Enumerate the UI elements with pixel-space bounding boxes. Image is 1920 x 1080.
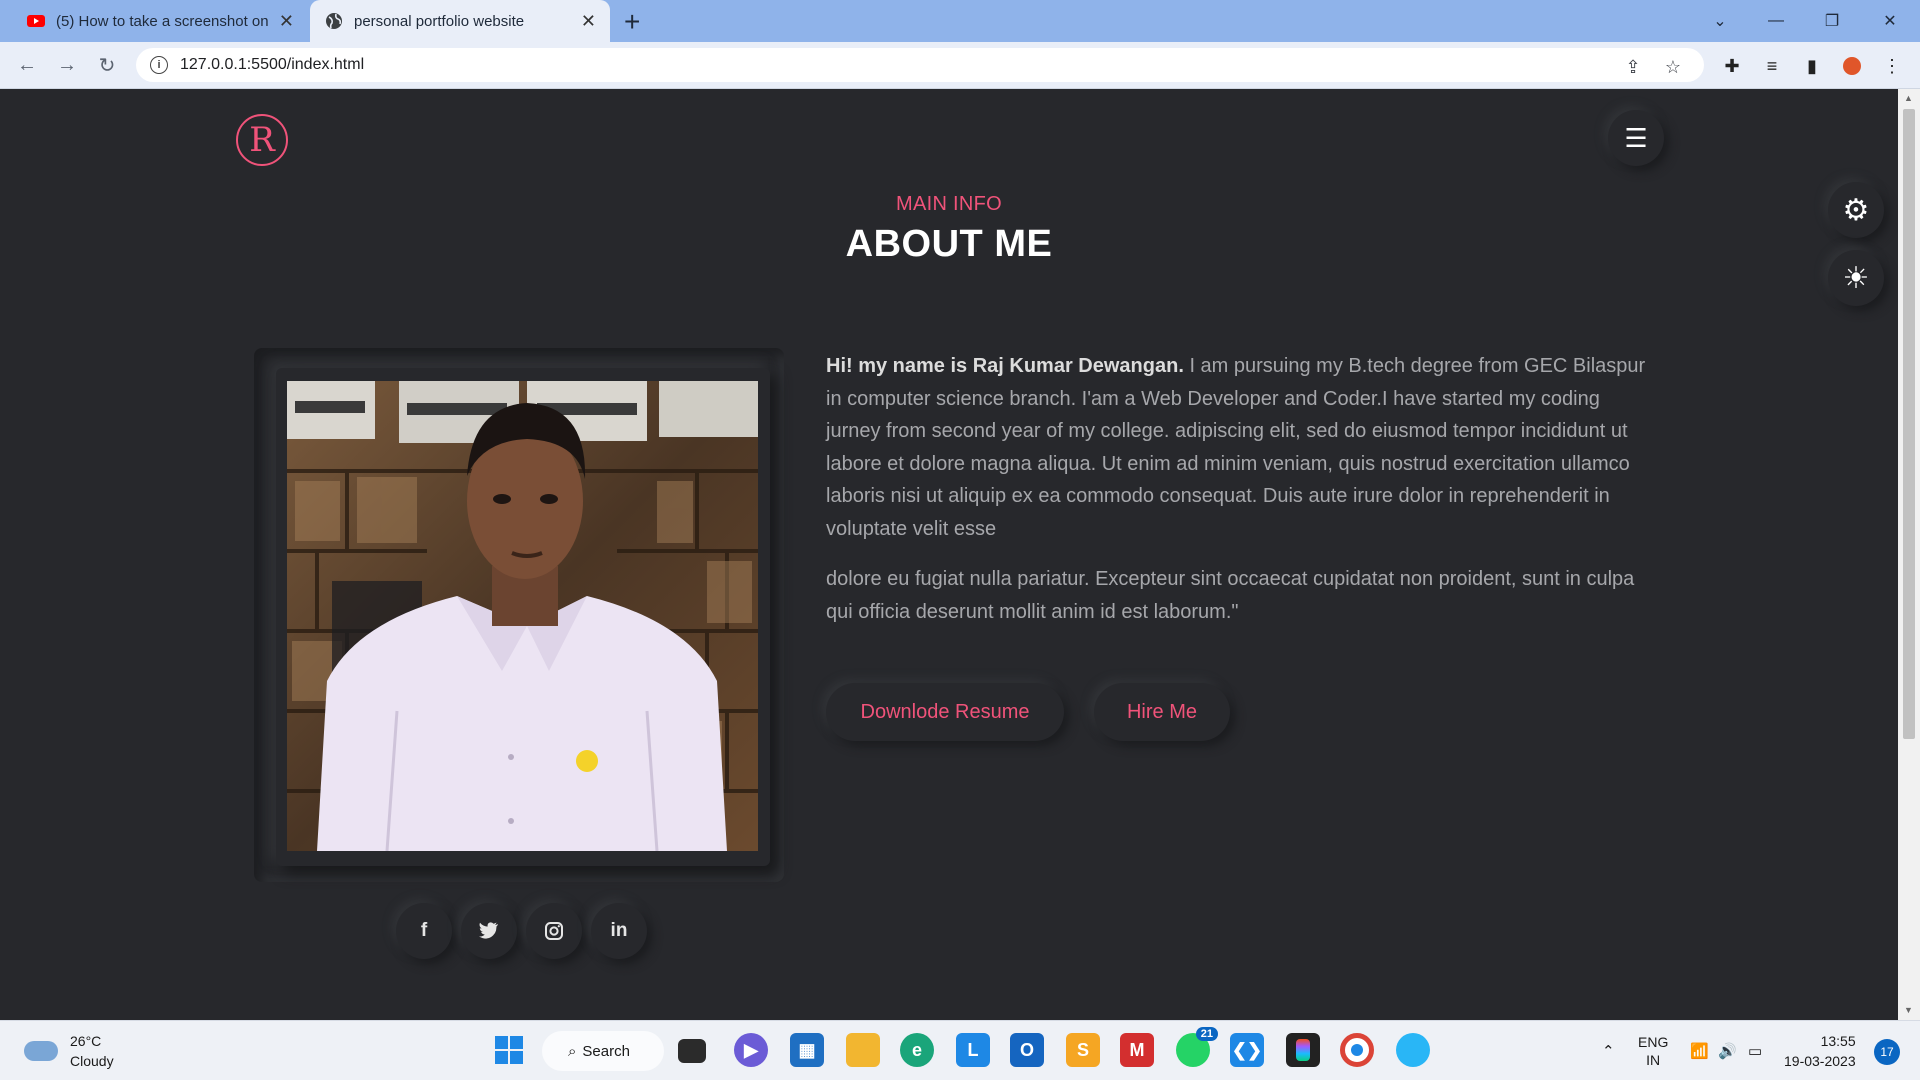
about-text: Hi! my name is Raj Kumar Dewangan. I am … (826, 350, 1646, 646)
twitter-icon (479, 922, 498, 939)
tab-portfolio[interactable]: personal portfolio website ✕ (310, 0, 610, 42)
teams-chat-icon[interactable]: ▶ (734, 1033, 768, 1067)
intro-bold: Hi! my name is Raj Kumar Dewangan. (826, 355, 1184, 377)
scroll-down-arrow-icon[interactable]: ▼ (1904, 1005, 1913, 1015)
media-controls-icon[interactable]: ≡ (1760, 54, 1784, 78)
volume-icon[interactable]: 🔊 (1718, 1021, 1737, 1080)
profile-photo (287, 381, 758, 851)
settings-button[interactable]: ⚙ (1828, 182, 1884, 238)
scroll-up-arrow-icon[interactable]: ▲ (1904, 93, 1913, 103)
tab-title: personal portfolio website (354, 12, 525, 30)
tab-bar: (5) How to take a screenshot on ✕ person… (0, 0, 1920, 42)
reload-button[interactable]: ↻ (92, 50, 122, 80)
section-subtitle: MAIN INFO (895, 193, 1003, 215)
scrollbar-thumb[interactable] (1903, 109, 1915, 739)
windows-taskbar: 26°C Cloudy ⌕ Search ▶ ▦ e L O S M 21 ❮❯… (0, 1020, 1920, 1080)
chrome-menu-icon[interactable]: ⋮ (1880, 54, 1904, 78)
logo-letter: R (249, 120, 275, 160)
page-viewport: R MAIN INFO ABOUT ME f in Hi! my name is… (0, 89, 1898, 1020)
profile-avatar[interactable] (1840, 54, 1864, 78)
show-hidden-icons[interactable]: ⌃ (1602, 1021, 1615, 1080)
battery-icon[interactable]: ▭ (1748, 1021, 1762, 1080)
figma-icon[interactable] (1286, 1033, 1320, 1067)
about-paragraph-2: dolore eu fugiat nulla pariatur. Excepte… (826, 568, 1635, 623)
youtube-icon (27, 15, 45, 27)
sublime-icon[interactable]: S (1066, 1033, 1100, 1067)
language-code: ENG (1638, 1034, 1669, 1050)
tab-search-icon[interactable]: ⌄ (1692, 0, 1748, 42)
theme-toggle-button[interactable]: ☀ (1828, 250, 1884, 306)
notification-badge[interactable]: 17 (1874, 1039, 1900, 1065)
hire-me-button[interactable]: Hire Me (1094, 683, 1230, 741)
globe-icon (326, 13, 342, 29)
about-paragraph-1: Hi! my name is Raj Kumar Dewangan. I am … (826, 350, 1646, 545)
weather-temp: 26°C (70, 1033, 102, 1049)
restore-button[interactable]: ❐ (1804, 0, 1860, 42)
instagram-button[interactable] (526, 903, 582, 959)
web-app-icon[interactable] (1396, 1033, 1430, 1067)
task-view-icon[interactable] (678, 1039, 706, 1063)
close-tab-icon[interactable]: ✕ (279, 11, 294, 32)
gear-icon: ⚙ (1842, 193, 1870, 227)
clock-time: 13:55 (1820, 1033, 1856, 1049)
edge-icon[interactable]: e (900, 1033, 934, 1067)
facebook-icon: f (420, 920, 428, 941)
whatsapp-badge: 21 (1195, 1027, 1218, 1041)
vscode-icon[interactable]: ❮❯ (1230, 1033, 1264, 1067)
search-label: Search (582, 1042, 630, 1060)
language-indicator[interactable]: ENG IN (1638, 1021, 1668, 1080)
back-button[interactable]: ← (12, 50, 42, 80)
weather-desc: Cloudy (70, 1053, 114, 1069)
store-icon[interactable]: ▦ (790, 1033, 824, 1067)
minimize-button[interactable]: — (1748, 0, 1804, 42)
tab-youtube[interactable]: (5) How to take a screenshot on ✕ (12, 0, 308, 42)
l-app-icon[interactable]: L (956, 1033, 990, 1067)
close-window-button[interactable]: ✕ (1862, 0, 1918, 42)
facebook-button[interactable]: f (396, 903, 452, 959)
search-icon: ⌕ (568, 1042, 577, 1060)
browser-toolbar: ← → ↻ i 127.0.0.1:5500/index.html ⇪ ☆ ✚ … (0, 42, 1920, 89)
tab-title: (5) How to take a screenshot on (56, 12, 269, 30)
instagram-icon (545, 922, 563, 940)
url-text: 127.0.0.1:5500/index.html (180, 56, 365, 73)
menu-toggle-button[interactable]: ☰ (1608, 110, 1664, 166)
start-button[interactable] (492, 1033, 526, 1067)
new-tab-button[interactable]: + (624, 6, 640, 38)
whatsapp-icon[interactable]: 21 (1176, 1027, 1218, 1067)
sun-icon: ☀ (1842, 261, 1870, 295)
share-icon[interactable]: ⇪ (1622, 56, 1644, 78)
address-bar[interactable]: i 127.0.0.1:5500/index.html ⇪ ☆ (136, 48, 1704, 82)
hamburger-icon: ☰ (1624, 122, 1648, 153)
region-code: IN (1646, 1052, 1661, 1068)
close-tab-icon[interactable]: ✕ (581, 11, 596, 32)
site-info-icon[interactable]: i (150, 56, 168, 74)
taskbar-search[interactable]: ⌕ Search (542, 1031, 664, 1071)
wifi-icon[interactable]: 📶 (1690, 1021, 1709, 1080)
side-panel-icon[interactable]: ▮ (1800, 54, 1824, 78)
forward-button[interactable]: → (52, 50, 82, 80)
extensions-icon[interactable]: ✚ (1720, 54, 1744, 78)
cloud-icon (24, 1041, 58, 1061)
clock-date: 19-03-2023 (1784, 1053, 1856, 1069)
system-clock[interactable]: 13:55 19-03-2023 (1784, 1031, 1856, 1071)
windows-icon (495, 1036, 523, 1064)
file-explorer-icon[interactable] (846, 1033, 880, 1067)
chrome-icon[interactable] (1340, 1033, 1374, 1067)
section-title: ABOUT ME (845, 223, 1053, 265)
linkedin-button[interactable]: in (591, 903, 647, 959)
intro-text: I am pursuing my B.tech degree from GEC … (826, 355, 1646, 540)
page-scrollbar[interactable]: ▲ ▼ (1898, 89, 1920, 1020)
outlook-icon[interactable]: O (1010, 1033, 1044, 1067)
twitter-button[interactable] (461, 903, 517, 959)
linkedin-icon: in (610, 920, 628, 941)
weather-widget[interactable]: 26°C Cloudy (24, 1031, 114, 1071)
mcafee-icon[interactable]: M (1120, 1033, 1154, 1067)
bookmark-star-icon[interactable]: ☆ (1662, 56, 1684, 78)
download-resume-button[interactable]: Downlode Resume (826, 683, 1064, 741)
site-logo[interactable]: R (236, 114, 288, 166)
